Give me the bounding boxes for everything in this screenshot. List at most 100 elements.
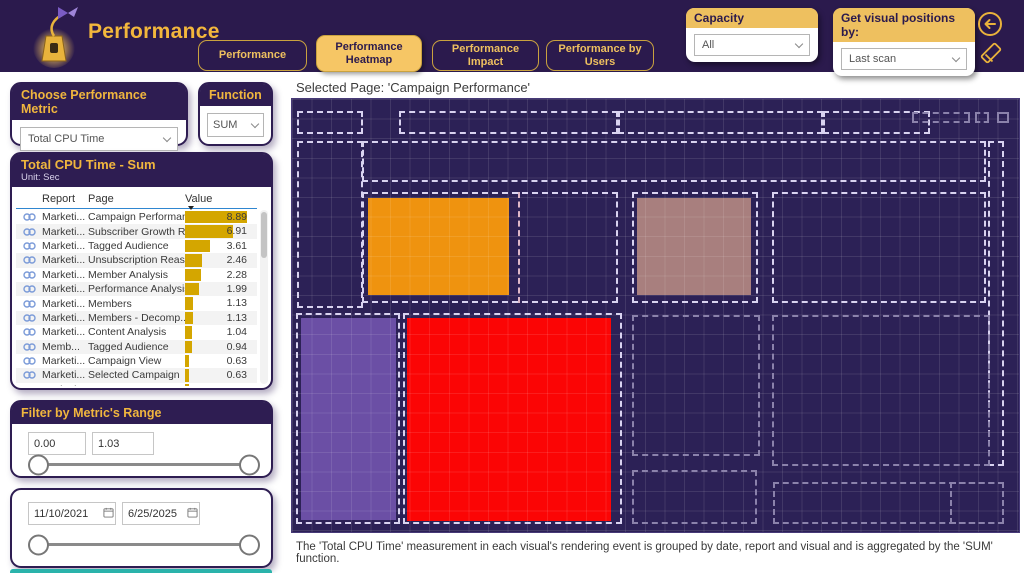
row-report: Marketi... xyxy=(42,225,86,238)
row-value-cell: 1.04 xyxy=(185,325,249,339)
link-icon xyxy=(22,314,36,322)
tab-performance-heatmap[interactable]: Performance Heatmap xyxy=(316,35,422,72)
heatmap-canvas[interactable] xyxy=(291,98,1020,533)
report-column-header[interactable]: Report xyxy=(42,193,88,205)
link-icon xyxy=(22,285,36,293)
metric-dropdown[interactable]: Total CPU Time xyxy=(20,127,178,151)
table-row[interactable]: Marketi...Content Searc... 0.61 xyxy=(16,383,257,386)
table-row[interactable]: Marketi... Selected Campaign 0.63 xyxy=(16,368,257,383)
visual-positions-card: Get visual positions by: Last scan xyxy=(833,8,975,76)
row-report: Marketi... xyxy=(42,326,86,339)
date-slider-handle-end[interactable] xyxy=(239,534,260,555)
capacity-dropdown-value: All xyxy=(702,39,715,51)
table-row[interactable]: Marketi... Unsubscription Reas... 2.46 xyxy=(16,253,257,268)
tab-performance-impact[interactable]: Performance Impact xyxy=(432,40,539,71)
row-value: 1.13 xyxy=(226,311,247,324)
capacity-card: Capacity All xyxy=(686,8,818,62)
calendar-icon[interactable] xyxy=(187,507,198,518)
table-scrollbar[interactable] xyxy=(260,210,268,384)
heatmap-visual-outline xyxy=(950,482,1004,524)
table-row[interactable]: Marketi... Campaign View 0.63 xyxy=(16,354,257,368)
back-circle-icon[interactable] xyxy=(977,11,1003,37)
tab-performance-by-users[interactable]: Performance by Users xyxy=(546,40,654,71)
table-header-row: Report Page Value xyxy=(16,190,257,210)
table-row[interactable]: Marketi... Subscriber Growth R... 6.91 xyxy=(16,224,257,239)
tab-performance[interactable]: Performance xyxy=(198,40,307,71)
row-value: 8.89 xyxy=(226,211,247,223)
row-report: Memb... xyxy=(42,340,80,353)
table-title: Total CPU Time - Sum xyxy=(21,157,156,172)
function-dropdown[interactable]: SUM xyxy=(207,113,264,137)
heatmap-visual-outline xyxy=(997,112,1009,123)
link-icon xyxy=(22,299,36,308)
row-value-cell: 8.89 xyxy=(185,210,249,224)
heatmap-visual-outline xyxy=(632,315,760,456)
calendar-icon[interactable] xyxy=(103,507,114,518)
row-report: Marketi... xyxy=(42,283,86,296)
row-value-cell: 1.99 xyxy=(185,282,249,296)
row-report: Marketi... xyxy=(42,369,86,382)
row-value: 6.91 xyxy=(226,225,247,238)
table-row[interactable]: Marketi... Members 1.13 xyxy=(16,296,257,310)
row-value: 0.94 xyxy=(226,340,247,353)
row-page: Content Analysis xyxy=(88,326,167,339)
row-page: Performance Analysis xyxy=(88,283,185,296)
chevron-down-icon xyxy=(951,53,961,62)
row-value: 0.63 xyxy=(226,369,247,382)
next-card-edge xyxy=(10,569,272,573)
function-card-title: Function xyxy=(200,84,271,106)
metric-dropdown-value: Total CPU Time xyxy=(28,133,105,145)
heatmap-visual-outline xyxy=(632,470,757,524)
range-min-input[interactable] xyxy=(28,432,86,455)
table-row[interactable]: Marketi... Member Analysis 2.28 xyxy=(16,268,257,282)
table-scrollbar-thumb[interactable] xyxy=(261,212,267,258)
function-dropdown-value: SUM xyxy=(213,119,238,131)
table-row[interactable]: Marketi...Campaign Performan... 8.89 xyxy=(16,210,257,224)
table-row[interactable]: Memb... Tagged Audience 0.94 xyxy=(16,339,257,354)
row-value: 1.99 xyxy=(226,282,247,295)
row-value: 2.28 xyxy=(226,268,247,281)
row-page: Tagged Audience xyxy=(88,239,169,252)
value-column-header[interactable]: Value xyxy=(185,193,249,210)
range-slider-track[interactable] xyxy=(28,454,260,475)
heatmap-visual-outline xyxy=(772,315,990,466)
eraser-icon[interactable] xyxy=(979,41,1003,65)
heatmap-visual-outline xyxy=(975,112,989,123)
capacity-card-title: Capacity xyxy=(686,8,818,28)
metric-card: Choose Performance Metric Total CPU Time xyxy=(10,82,188,151)
heatmap-visual-outline xyxy=(399,111,618,134)
value-bar xyxy=(185,268,201,281)
link-icon xyxy=(22,371,36,380)
heatmap-visual-outline xyxy=(362,141,986,182)
row-page: Members xyxy=(88,297,132,310)
table-row[interactable]: Marketi... Performance Analysis 1.99 xyxy=(16,281,257,297)
row-page: Tagged Audience xyxy=(88,340,169,353)
heatmap-visual-outline xyxy=(912,112,970,123)
value-bar xyxy=(185,340,192,353)
row-page: Members - Decomp... xyxy=(88,311,185,324)
heatmap-visual-outline xyxy=(632,192,758,303)
visual-positions-dropdown[interactable]: Last scan xyxy=(841,48,967,70)
range-slider-handle-min[interactable] xyxy=(28,454,49,475)
date-filter-card xyxy=(10,488,273,568)
range-slider-handle-max[interactable] xyxy=(239,454,260,475)
table-row[interactable]: Marketi... Members - Decomp... 1.13 xyxy=(16,310,257,326)
capacity-dropdown[interactable]: All xyxy=(694,34,810,56)
date-slider-track[interactable] xyxy=(28,534,260,555)
heatmap-visual-outline xyxy=(403,313,622,524)
heatmap-visual-outline xyxy=(362,192,618,303)
range-max-input[interactable] xyxy=(92,432,154,455)
link-icon xyxy=(22,357,36,365)
function-card: Function SUM xyxy=(198,82,273,146)
table-row[interactable]: Marketi... Content Analysis 1.04 xyxy=(16,325,257,339)
page-column-header[interactable]: Page xyxy=(88,193,185,205)
value-bar xyxy=(185,326,192,339)
row-value-cell: 1.13 xyxy=(185,311,249,325)
row-report: Marketi... xyxy=(42,211,86,224)
table-row[interactable]: Marketi... Tagged Audience 3.61 xyxy=(16,239,257,253)
row-page: Content Searc... xyxy=(88,384,185,386)
value-bar xyxy=(185,354,189,368)
link-icon xyxy=(22,213,36,221)
date-slider-handle-start[interactable] xyxy=(28,534,49,555)
heatmap-visual-outline xyxy=(772,192,986,303)
